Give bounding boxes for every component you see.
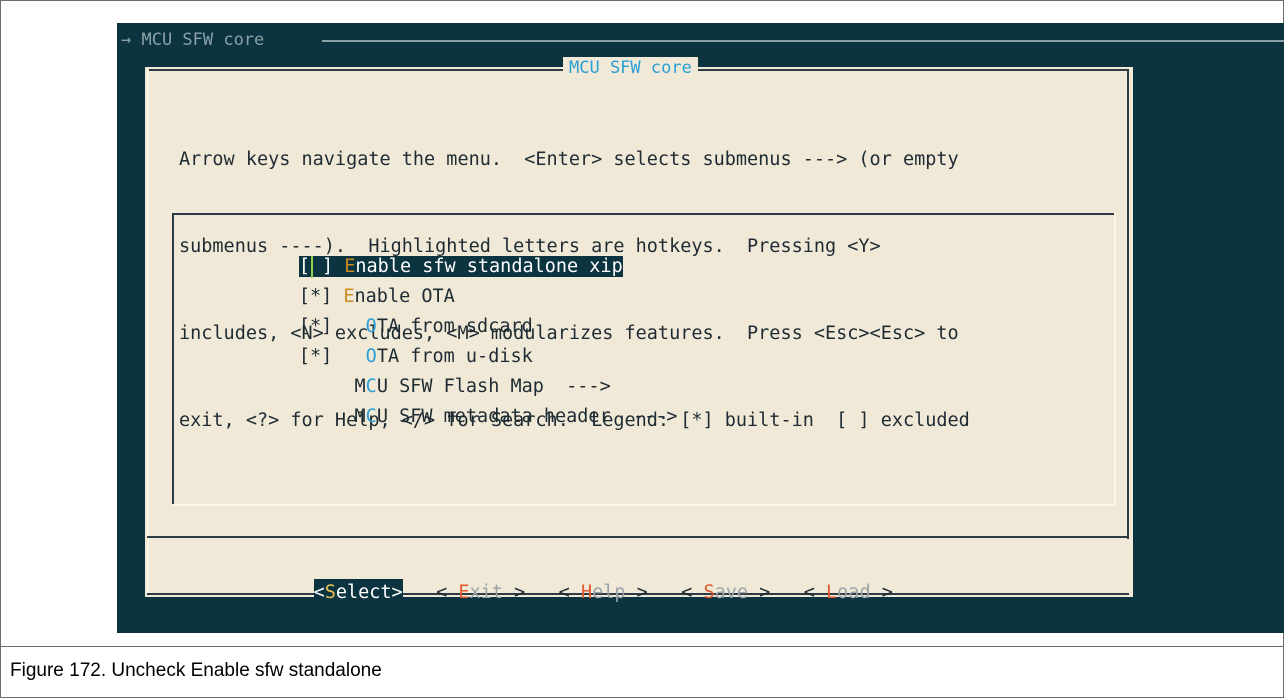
button-bar: <Select> < Exit > < Help > < Save > < Lo…	[269, 551, 893, 607]
button-hotkey: L	[826, 582, 838, 603]
select-button[interactable]: <Select>	[313, 579, 403, 607]
button-bracket: >	[748, 582, 771, 603]
button-hotkey: E	[458, 582, 470, 603]
button-bracket: >	[502, 582, 526, 603]
button-hotkey: S	[703, 582, 715, 603]
dialog-border-left	[147, 69, 149, 593]
load-button[interactable]: < Load >	[804, 579, 893, 607]
figure-caption: Figure 172. Uncheck Enable sfw standalon…	[10, 660, 382, 681]
menu-item-ota-from-sdcard[interactable]: [*] OTA from sdcard	[232, 288, 533, 337]
terminal-breadcrumb: → MCU SFW core	[121, 30, 265, 50]
caption-separator	[1, 646, 1283, 647]
menu-item-prefix: M	[354, 406, 366, 427]
button-bracket: >	[870, 582, 893, 603]
button-label: oad	[837, 582, 871, 603]
button-hotkey: H	[580, 582, 593, 603]
button-bracket: <	[681, 582, 704, 603]
button-label: elp	[592, 582, 626, 603]
menu-item-mcu-sfw-metadata-header[interactable]: MCU SFW metadata header --->	[232, 378, 678, 427]
dialog-title: MCU SFW core	[563, 57, 698, 79]
help-button[interactable]: < Help >	[559, 579, 648, 607]
button-hotkey: S	[324, 582, 336, 603]
button-bracket: <	[313, 582, 325, 603]
menu-border-top	[172, 213, 1116, 215]
terminal-title-rule	[322, 40, 1284, 42]
button-bracket: >	[391, 582, 403, 603]
button-label: elect	[335, 582, 392, 603]
save-button[interactable]: < Save >	[681, 579, 770, 607]
menu-item-enable-sfw-standalone-xip[interactable]: [] Enable sfw standalone xip	[232, 228, 623, 278]
menu-list: [] Enable sfw standalone xip [*] Enable …	[172, 213, 1116, 506]
menu-item-mcu-sfw-flash-map[interactable]: MCU SFW Flash Map --->	[232, 348, 611, 397]
menu-border-right	[1114, 213, 1116, 506]
hotkey-letter: C	[365, 406, 377, 427]
button-label: ave	[714, 582, 749, 603]
menu-border-left	[172, 213, 174, 506]
button-label: xit	[469, 582, 503, 603]
menu-item-ota-from-u-disk[interactable]: [*] OTA from u-disk	[232, 318, 533, 367]
menu-item-enable-ota[interactable]: [*] Enable OTA	[232, 258, 455, 307]
button-separator	[147, 536, 1129, 538]
menu-item-label: U SFW metadata header --->	[376, 406, 678, 427]
dialog-border-right	[1127, 69, 1129, 539]
button-bracket: <	[558, 582, 581, 603]
button-bracket: >	[625, 582, 648, 603]
button-bracket: <	[436, 582, 459, 603]
button-bracket: <	[803, 582, 827, 603]
exit-button[interactable]: < Exit >	[436, 579, 525, 607]
menu-border-bottom	[172, 504, 1116, 506]
help-line: Arrow keys navigate the menu. <Enter> se…	[179, 149, 959, 170]
menuconfig-dialog: MCU SFW core Arrow keys navigate the men…	[145, 57, 1133, 607]
